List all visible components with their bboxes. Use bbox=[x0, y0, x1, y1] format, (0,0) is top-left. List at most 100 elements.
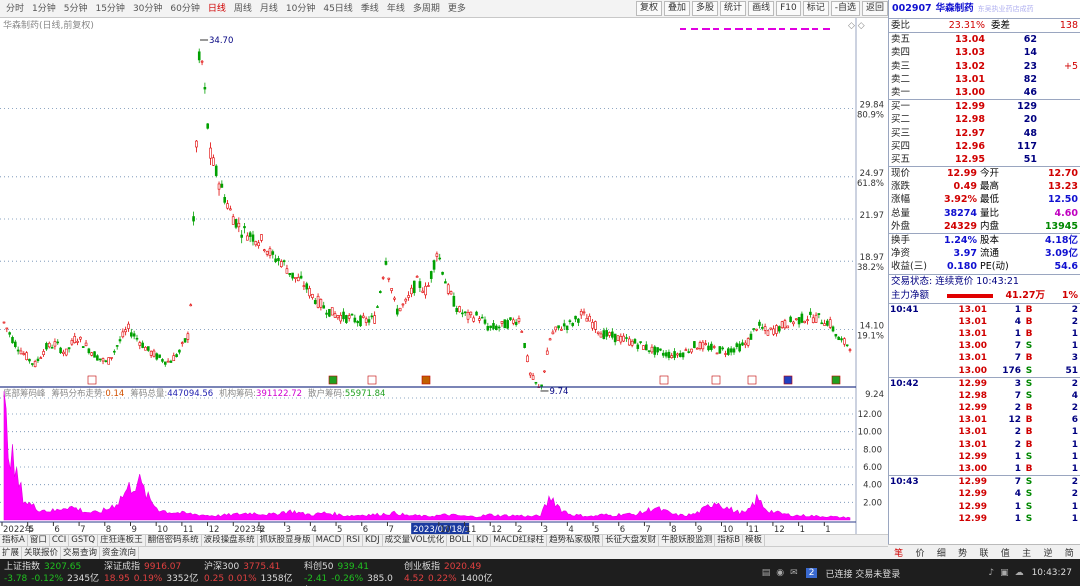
period-tab[interactable]: 日线 bbox=[204, 0, 230, 18]
ask-row[interactable]: 卖四 13.03 14 bbox=[889, 46, 1080, 59]
period-tab[interactable]: 10分钟 bbox=[282, 0, 319, 18]
bid-row[interactable]: 买四 12.96 117 bbox=[889, 140, 1080, 153]
indicator-tab[interactable]: KD bbox=[474, 535, 492, 546]
connection-status[interactable]: 已连接 交易未登录 bbox=[825, 567, 900, 580]
quote-tab[interactable]: 细 bbox=[931, 546, 952, 559]
index-item[interactable]: 创业板指 2020.49 4.52 0.22% 1400亿 bbox=[400, 561, 500, 586]
period-tab[interactable]: 5分钟 bbox=[60, 0, 92, 18]
indicator-tab[interactable]: 牛股妖股监测 bbox=[659, 535, 716, 546]
bid-row[interactable]: 买五 12.95 51 bbox=[889, 153, 1080, 166]
tick-row[interactable]: 10:41 13.01 1 B 2 bbox=[889, 304, 1080, 316]
indicator-tab[interactable]: 成交量VOL优化 bbox=[383, 535, 448, 546]
tool-button[interactable]: F10 bbox=[776, 1, 801, 16]
tick-row[interactable]: 10:43 12.99 7 S 2 bbox=[889, 476, 1080, 488]
tick-row[interactable]: 12.99 1 S 1 bbox=[889, 451, 1080, 463]
tick-row[interactable]: 13.01 4 B 2 bbox=[889, 316, 1080, 328]
period-tab[interactable]: 月线 bbox=[256, 0, 282, 18]
tick-row[interactable]: 13.01 1 B 1 bbox=[889, 328, 1080, 340]
kline-chart-area[interactable]: 29.84 24.97 21.97 18.97 14.10 9.24 80.9% 61.8% 3… bbox=[0, 18, 888, 535]
bid-row[interactable]: 买三 12.97 48 bbox=[889, 127, 1080, 140]
period-tab[interactable]: 15分钟 bbox=[91, 0, 128, 18]
tick-row[interactable]: 13.00 1 B 1 bbox=[889, 463, 1080, 475]
tick-row[interactable]: 13.01 2 B 1 bbox=[889, 426, 1080, 438]
indicator-tab[interactable]: BOLL bbox=[447, 535, 475, 546]
period-tab[interactable]: 年线 bbox=[383, 0, 409, 18]
tool-button[interactable]: 标记 bbox=[802, 1, 829, 16]
tick-row[interactable]: 13.00 176 S 51 bbox=[889, 365, 1080, 377]
bid-row[interactable]: 买二 12.98 20 bbox=[889, 113, 1080, 126]
tick-row[interactable]: 12.99 4 S 2 bbox=[889, 488, 1080, 500]
indicator-tab[interactable]: 模板 bbox=[743, 535, 766, 546]
alert-icon[interactable]: ◉ bbox=[776, 568, 784, 578]
tick-row[interactable]: 12.99 1 S 1 bbox=[889, 501, 1080, 513]
quote-tab[interactable]: 笔 bbox=[888, 546, 909, 559]
tool-button[interactable]: 统计 bbox=[720, 1, 747, 16]
indicator-tab[interactable]: 长征大盘发财 bbox=[603, 535, 660, 546]
sub-tab[interactable]: 交易查询 bbox=[61, 547, 101, 559]
indicator-tab[interactable]: 窗口 bbox=[28, 535, 50, 546]
tick-row[interactable]: 12.99 1 S 1 bbox=[889, 513, 1080, 525]
tool-button[interactable]: 复权 bbox=[636, 1, 663, 16]
tool-button[interactable]: 画线 bbox=[748, 1, 775, 16]
tick-row[interactable]: 10:42 12.99 3 S 2 bbox=[889, 378, 1080, 390]
period-tab[interactable]: 季线 bbox=[357, 0, 383, 18]
indicator-tab[interactable]: MACD bbox=[314, 535, 345, 546]
sub-tab[interactable]: 资金流向 bbox=[100, 547, 140, 559]
chart-corner-icons[interactable]: ◇ ◇ bbox=[848, 21, 865, 31]
period-tab[interactable]: 分时 bbox=[2, 0, 28, 18]
index-item[interactable]: 科创50939.41-2.41-0.26%385.0亿 bbox=[300, 561, 400, 586]
kline-chart-svg[interactable]: 29.84 24.97 21.97 18.97 14.10 9.24 80.9% 61.8% 3… bbox=[0, 18, 888, 535]
tool-button[interactable]: -自选 bbox=[830, 1, 860, 16]
period-tab[interactable]: 60分钟 bbox=[166, 0, 203, 18]
message-icon[interactable]: ✉ bbox=[790, 568, 798, 578]
event-mark-icon[interactable] bbox=[367, 375, 377, 385]
indicator-tab[interactable]: 趋势私家极限 bbox=[547, 535, 604, 546]
main-flow-row[interactable]: 主力净额 41.27万 1% bbox=[889, 289, 1080, 303]
ask-row[interactable]: 卖一 13.00 46 bbox=[889, 86, 1080, 99]
indicator-tab[interactable]: 指标B bbox=[715, 535, 744, 546]
volume-icon[interactable]: ▤ bbox=[762, 568, 771, 578]
tick-row[interactable]: 12.99 2 B 2 bbox=[889, 402, 1080, 414]
period-tab[interactable]: 多周期 bbox=[409, 0, 444, 18]
period-tab[interactable]: 45日线 bbox=[319, 0, 356, 18]
index-item[interactable]: 上证指数 3207.65 -3.78 -0.12% 2345亿 bbox=[0, 561, 100, 586]
indicator-tab[interactable]: CCI bbox=[50, 535, 70, 546]
event-mark-icon[interactable] bbox=[421, 375, 431, 385]
index-item[interactable]: 沪深300 3775.41 0.25 0.01% 1358亿 bbox=[200, 561, 300, 586]
tool-button[interactable]: 返回 bbox=[861, 1, 888, 16]
event-mark-icon[interactable] bbox=[783, 375, 793, 385]
event-mark-icon[interactable] bbox=[747, 375, 757, 385]
indicator-tab[interactable]: 指标A bbox=[0, 535, 28, 546]
speaker-icon[interactable]: ♪ bbox=[988, 568, 994, 578]
quote-tab[interactable]: 主 bbox=[1016, 546, 1037, 559]
tick-list[interactable]: 10:41 13.01 1 B 2 13.01 4 B 2 13.01 1 B 1 13.00 7 S 1 13.… bbox=[889, 304, 1080, 525]
quote-tab[interactable]: 简 bbox=[1059, 546, 1080, 559]
tick-row[interactable]: 12.98 7 S 4 bbox=[889, 390, 1080, 402]
tick-row[interactable]: 13.01 2 B 1 bbox=[889, 439, 1080, 451]
period-tab[interactable]: 更多 bbox=[444, 0, 470, 18]
display-icon[interactable]: ▣ bbox=[1000, 568, 1009, 578]
tool-button[interactable]: 叠加 bbox=[664, 1, 691, 16]
index-item[interactable]: 深证成指 9916.07 18.95 0.19% 3352亿 bbox=[100, 561, 200, 586]
ask-row[interactable]: 卖三 13.02 23 +5 bbox=[889, 60, 1080, 73]
cloud-icon[interactable]: ☁ bbox=[1015, 568, 1024, 578]
quote-tab[interactable]: 值 bbox=[995, 546, 1016, 559]
quote-tab[interactable]: 联 bbox=[973, 546, 994, 559]
tool-button[interactable]: 多股 bbox=[692, 1, 719, 16]
event-mark-icon[interactable] bbox=[328, 375, 338, 385]
indicator-tab[interactable]: MACD红绿柱 bbox=[491, 535, 548, 546]
quote-tab[interactable]: 价 bbox=[909, 546, 930, 559]
ask-row[interactable]: 卖二 13.01 82 bbox=[889, 73, 1080, 86]
indicator-tab[interactable]: 翻倍密码系统 bbox=[146, 535, 202, 546]
sub-tab[interactable]: 扩展 bbox=[0, 547, 23, 559]
tick-row[interactable]: 13.01 7 B 3 bbox=[889, 352, 1080, 364]
quote-tab[interactable]: 逆 bbox=[1037, 546, 1058, 559]
event-mark-icon[interactable] bbox=[831, 375, 841, 385]
event-mark-icon[interactable] bbox=[659, 375, 669, 385]
event-mark-icon[interactable] bbox=[711, 375, 721, 385]
indicator-tab[interactable]: 波段操盘系统 bbox=[202, 535, 258, 546]
period-tab[interactable]: 周线 bbox=[230, 0, 256, 18]
sub-tab[interactable]: 关联报价 bbox=[22, 547, 62, 559]
indicator-tab[interactable]: RSI bbox=[344, 535, 363, 546]
indicator-tab[interactable]: 庄狂连板王 bbox=[98, 535, 146, 546]
